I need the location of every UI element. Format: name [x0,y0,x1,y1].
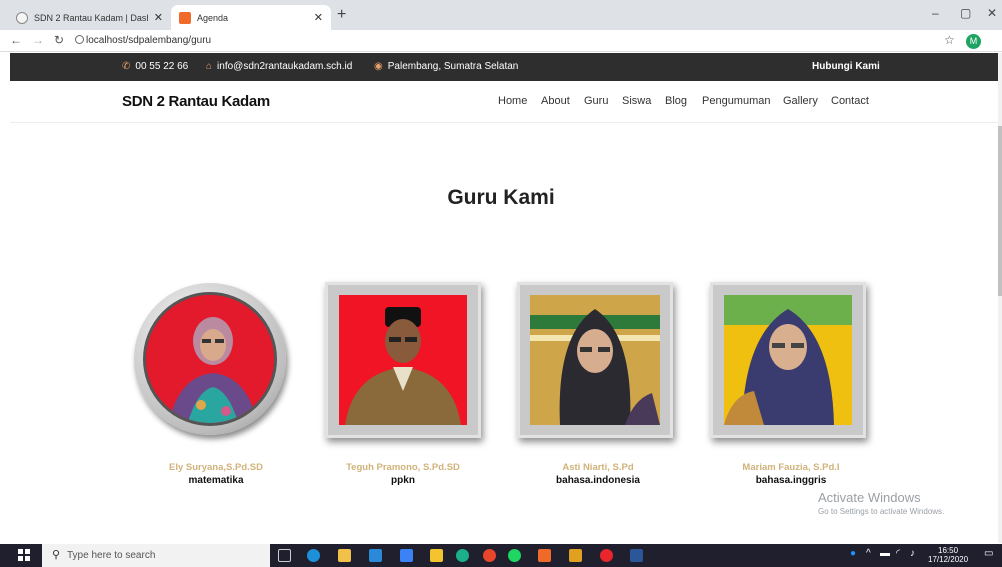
teacher-photo[interactable] [339,295,467,425]
address-bar: ← → ↻ localhost/sdpalembang/guru ☆ ⋮ [0,30,1002,77]
nav-siswa[interactable]: Siswa [622,95,651,107]
teacher-photo[interactable] [530,295,660,425]
taskbar-search[interactable]: ⚲ Type here to search [42,544,270,567]
clock-time: 16:50 [938,546,959,555]
activate-windows-title: Activate Windows [818,490,921,505]
notifications-icon[interactable]: ▭ [984,548,993,559]
teacher-name[interactable]: Teguh Pramono, S.Pd.SD [313,462,493,473]
site-info-icon[interactable] [75,35,84,44]
battery-icon[interactable]: ▬ [880,548,890,559]
wifi-icon[interactable]: ◜ [896,548,900,559]
location-pin-icon: ◉ [374,61,383,72]
site-brand[interactable]: SDN 2 Rantau Kadam [122,93,270,110]
forward-arrow-icon[interactable]: → [32,33,44,47]
tab-title: SDN 2 Rantau Kadam | Dashboa [34,12,148,23]
teacher-photo[interactable] [724,295,852,425]
scrollbar-thumb[interactable] [998,126,1002,296]
site-topbar: ✆ 00 55 22 66 ⌂ info@sdn2rantaukadam.sch… [10,53,998,81]
close-tab-icon[interactable]: ✕ [314,11,323,24]
app-orange-icon[interactable] [538,549,551,562]
teacher-portrait-icon [339,295,467,425]
section-title: Guru Kami [447,186,555,209]
search-icon: ⚲ [52,549,61,561]
browser-tab-agenda[interactable]: Agenda ✕ [171,5,331,30]
tray-expand-icon[interactable]: ^ [866,548,871,559]
nav-gallery[interactable]: Gallery [783,95,818,107]
teacher-photo[interactable] [143,292,277,426]
teacher-name[interactable]: Mariam Fauzia, S.Pd.I [701,462,881,473]
browser-tabstrip: SDN 2 Rantau Kadam | Dashboa ✕ Agenda ✕ … [0,0,1002,30]
tab-title: Agenda [197,12,229,23]
task-view-icon[interactable] [278,549,291,562]
teacher-portrait-icon [724,295,852,425]
windows-start-icon[interactable] [18,549,30,561]
file-explorer-icon[interactable] [338,549,351,562]
clock-date: 17/12/2020 [928,555,969,564]
sublime-icon[interactable] [569,549,582,562]
windows-taskbar: ⚲ Type here to search ● ^ ▬ ◜ ♪ 16:50 17… [0,544,1002,567]
chrome-icon[interactable] [483,549,496,562]
email-text: info@sdn2rantaukadam.sch.id [217,61,353,72]
activate-windows-hint: Go to Settings to activate Windows. [818,507,945,516]
new-tab-button[interactable]: + [337,6,346,24]
phone-text: 00 55 22 66 [135,61,189,72]
teacher-portrait-icon [530,295,660,425]
spotify-icon[interactable] [508,549,521,562]
teacher-name[interactable]: Asti Niarti, S.Pd [508,462,688,473]
minimize-button[interactable]: – [932,6,939,20]
word-icon[interactable] [630,549,643,562]
maximize-button[interactable]: ▢ [960,6,971,20]
nav-guru[interactable]: Guru [584,95,608,107]
hubungi-kami-button[interactable]: Hubungi Kami [812,61,880,72]
home-mail-icon: ⌂ [206,61,213,72]
profile-avatar[interactable]: M [966,34,981,49]
site-favicon-icon [16,11,28,24]
bookmark-star-icon[interactable]: ☆ [944,33,955,47]
browser-tab-dashboard[interactable]: SDN 2 Rantau Kadam | Dashboa ✕ [8,5,171,30]
taskbar-clock[interactable]: 16:50 17/12/2020 [928,546,968,564]
teacher-subject: bahasa.indonesia [556,475,640,486]
site-header: SDN 2 Rantau Kadam Home About Guru Siswa… [10,81,998,123]
close-window-button[interactable]: ✕ [987,6,997,20]
opera-icon[interactable] [600,549,613,562]
topbar-location: ◉ Palembang, Sumatra Selatan [374,61,518,72]
back-arrow-icon[interactable]: ← [10,33,22,47]
nav-blog[interactable]: Blog [665,95,687,107]
mail-icon[interactable] [369,549,382,562]
help-icon[interactable]: ● [850,548,856,559]
search-placeholder: Type here to search [67,550,156,561]
topbar-phone: ✆ 00 55 22 66 [122,61,188,72]
url-field[interactable]: localhost/sdpalembang/guru [86,35,211,46]
edge-icon[interactable] [307,549,320,562]
lightning-app-icon[interactable] [430,549,443,562]
teacher-portrait-icon [146,295,274,423]
nav-about[interactable]: About [541,95,570,107]
phone-icon: ✆ [122,61,131,72]
teacher-subject: bahasa.inggris [755,475,827,486]
reload-icon[interactable]: ↻ [54,33,64,47]
nav-pengumuman[interactable]: Pengumuman [702,95,771,107]
location-text: Palembang, Sumatra Selatan [387,61,519,72]
volume-icon[interactable]: ♪ [910,548,915,559]
nav-home[interactable]: Home [498,95,527,107]
close-tab-icon[interactable]: ✕ [154,11,163,24]
dropbox-icon[interactable] [400,549,413,562]
teacher-subject: ppkn [391,475,415,486]
agenda-favicon-icon [179,11,191,24]
teacher-name[interactable]: Ely Suryana,S.Pd.SD [126,462,306,473]
teacher-subject: matematika [188,475,244,486]
nav-contact[interactable]: Contact [831,95,869,107]
topbar-email: ⌂ info@sdn2rantaukadam.sch.id [206,61,352,72]
maps-icon[interactable] [456,549,469,562]
